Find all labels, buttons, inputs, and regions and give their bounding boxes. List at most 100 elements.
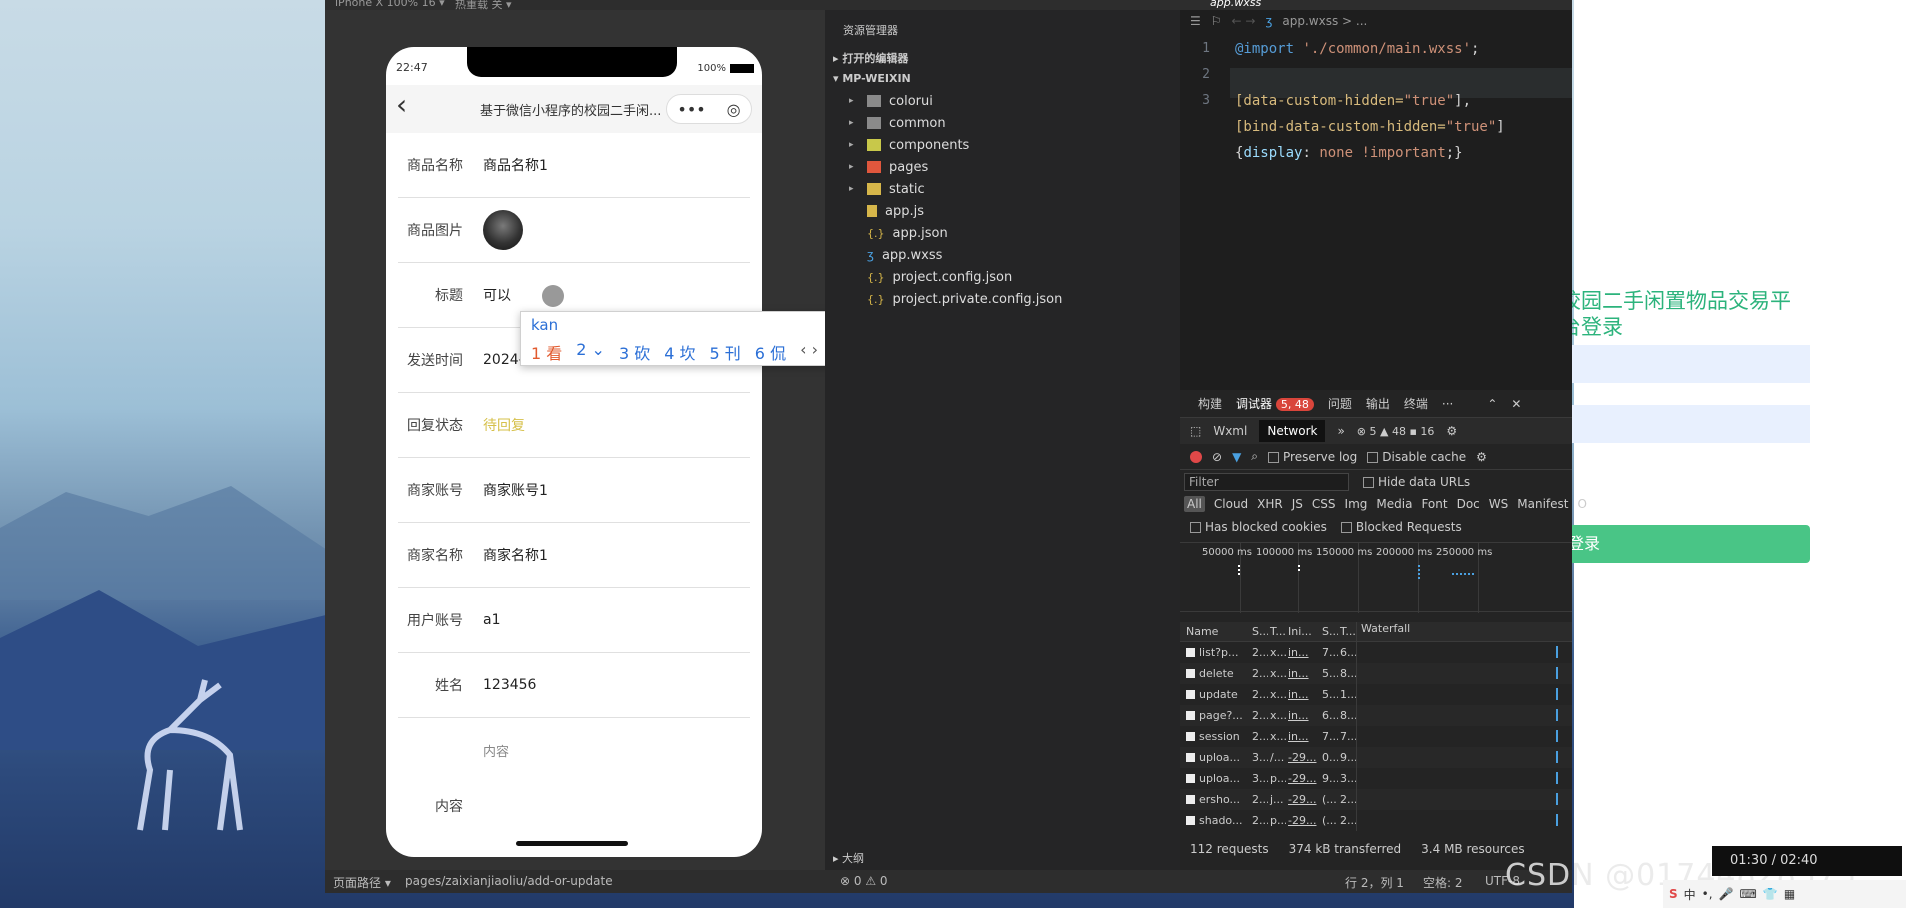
- type-ws[interactable]: WS: [1489, 497, 1508, 511]
- tab-output[interactable]: 输出: [1366, 395, 1390, 412]
- table-row[interactable]: update 2... x... in... 5... 1...: [1180, 684, 1572, 705]
- table-row[interactable]: ersho... 2... j... -29... (... 2...: [1180, 789, 1572, 810]
- network-timeline[interactable]: 50000 ms 100000 ms 150000 ms 200000 ms 2…: [1180, 542, 1572, 613]
- cursor-position[interactable]: 行 2，列 1: [1345, 874, 1404, 891]
- close-mini-icon[interactable]: ◎: [727, 100, 741, 119]
- tree-item-static[interactable]: ▸ static: [849, 179, 925, 199]
- more-panels-icon[interactable]: »: [1337, 424, 1344, 438]
- ime-mode-icon[interactable]: 中: [1684, 886, 1696, 903]
- ime-candidate[interactable]: 2 ⌄: [576, 340, 605, 364]
- code-token: :: [1302, 145, 1320, 161]
- type-other[interactable]: O: [1577, 497, 1586, 511]
- shirt-icon[interactable]: 👕: [1763, 887, 1778, 901]
- gear-icon[interactable]: ⚙: [1446, 424, 1457, 438]
- type-xhr[interactable]: XHR: [1257, 497, 1283, 511]
- table-row[interactable]: delete 2... x... in... 5... 8...: [1180, 663, 1572, 684]
- punctuation-icon[interactable]: •,: [1702, 887, 1713, 901]
- type-cloud[interactable]: Cloud: [1214, 497, 1248, 511]
- blocked-requests-checkbox[interactable]: Blocked Requests: [1340, 520, 1462, 534]
- keyboard-icon[interactable]: ⌨: [1740, 887, 1757, 901]
- disable-cache-checkbox[interactable]: Disable cache: [1367, 450, 1466, 464]
- clear-icon[interactable]: ⊘: [1212, 450, 1222, 464]
- type-font[interactable]: Font: [1421, 497, 1447, 511]
- username-input[interactable]: [1560, 345, 1810, 383]
- open-editors-section[interactable]: ▸ 打开的编辑器: [833, 50, 908, 66]
- tree-item-project-config[interactable]: {.} project.config.json: [849, 267, 1012, 287]
- ime-candidate[interactable]: 3 砍: [619, 340, 650, 364]
- page-path-select[interactable]: 页面路径 ▾: [333, 874, 391, 891]
- sogou-icon[interactable]: S: [1669, 887, 1678, 901]
- record-icon[interactable]: [1190, 450, 1202, 463]
- tree-item-project-private-config[interactable]: {.} project.private.config.json: [849, 289, 1062, 309]
- product-image-thumbnail[interactable]: [483, 210, 523, 250]
- document-icon: [1186, 795, 1195, 804]
- table-row[interactable]: uploa... 3.../... -29... 0... 9...: [1180, 747, 1572, 768]
- status-time: 22:47: [396, 61, 428, 74]
- tree-item-common[interactable]: ▸ common: [849, 113, 946, 133]
- title-input[interactable]: 可以: [483, 285, 511, 305]
- tree-item-components[interactable]: ▸ components: [849, 135, 969, 155]
- tab-problems[interactable]: 问题: [1328, 395, 1352, 412]
- bookmark-icon[interactable]: ⚐: [1211, 14, 1222, 28]
- search-icon[interactable]: ⌕: [1251, 449, 1258, 464]
- has-blocked-cookies-checkbox[interactable]: Has blocked cookies: [1190, 520, 1327, 534]
- type-all[interactable]: All: [1184, 496, 1205, 512]
- table-row[interactable]: uploa... 3... p... -29... 9... 3...: [1180, 768, 1572, 789]
- nav-arrows-icon[interactable]: ← →: [1232, 14, 1256, 28]
- tab-network[interactable]: Network: [1259, 420, 1326, 442]
- project-section[interactable]: ▾ MP-WEIXIN: [833, 72, 911, 85]
- grid-icon[interactable]: ▦: [1784, 887, 1795, 901]
- table-row[interactable]: page?... 2... x... in... 6... 8...: [1180, 705, 1572, 726]
- tree-item-app-wxss[interactable]: ʒ app.wxss: [849, 245, 942, 265]
- waterfall-cell: [1356, 747, 1572, 768]
- type-js[interactable]: JS: [1292, 497, 1303, 511]
- list-icon[interactable]: ☰: [1190, 14, 1201, 28]
- more-icon[interactable]: •••: [677, 100, 705, 119]
- back-arrow-icon[interactable]: ‹: [396, 91, 407, 119]
- type-css[interactable]: CSS: [1312, 497, 1336, 511]
- tree-item-colorui[interactable]: ▸ colorui: [849, 91, 933, 111]
- ime-candidate[interactable]: 6 侃: [755, 340, 786, 364]
- ime-candidate[interactable]: 5 刊: [710, 340, 741, 364]
- error-warning-counts[interactable]: ⊗ 0 ⚠ 0: [840, 874, 888, 888]
- filter-input[interactable]: Filter: [1184, 473, 1349, 491]
- chevron-up-icon[interactable]: ⌃: [1487, 397, 1497, 411]
- outline-section[interactable]: ▸ 大纲: [833, 850, 864, 866]
- hotreload-select[interactable]: 热重载 关 ▾: [455, 0, 512, 10]
- ime-candidate[interactable]: 1 看: [531, 340, 562, 364]
- page-path[interactable]: pages/zaixianjiaoliu/add-or-update: [405, 874, 613, 888]
- device-select[interactable]: iPhone X 100% 16 ▾: [335, 0, 445, 9]
- tab-wxml[interactable]: Wxml: [1213, 424, 1247, 438]
- login-button[interactable]: 登录: [1560, 525, 1810, 563]
- type-media[interactable]: Media: [1376, 497, 1412, 511]
- table-row[interactable]: list?p... 2... x... in... 7... 6...: [1180, 642, 1572, 663]
- type-doc[interactable]: Doc: [1457, 497, 1480, 511]
- filter-icon[interactable]: ▼: [1232, 450, 1241, 464]
- tree-item-app-js[interactable]: app.js: [849, 201, 924, 221]
- resource-type-filters: All Cloud XHR JS CSS Img Media Font Doc …: [1184, 496, 1587, 512]
- tree-item-pages[interactable]: ▸ pages: [849, 157, 928, 177]
- indent-setting[interactable]: 空格: 2: [1423, 874, 1463, 891]
- code-editor[interactable]: ☰ ⚐ ← → ʒ app.wxss > ... 1 @import './com…: [1180, 10, 1572, 390]
- table-row[interactable]: session 2... x... in... 7... 7...: [1180, 726, 1572, 747]
- inspect-icon[interactable]: ⬚: [1190, 424, 1201, 438]
- tree-item-app-json[interactable]: {.} app.json: [849, 223, 948, 243]
- tab-terminal[interactable]: 终端: [1404, 395, 1428, 412]
- hide-data-urls-checkbox[interactable]: Hide data URLs: [1363, 475, 1470, 489]
- type-img[interactable]: Img: [1345, 497, 1368, 511]
- form-row-merchant-name: 商家名称 商家名称1: [398, 523, 750, 588]
- type-manifest[interactable]: Manifest: [1517, 497, 1568, 511]
- issue-counts[interactable]: ⊗ 5 ▲ 48 ▪ 16: [1357, 425, 1435, 438]
- close-icon[interactable]: ✕: [1511, 397, 1521, 411]
- microphone-icon[interactable]: 🎤: [1719, 887, 1734, 901]
- preserve-log-checkbox[interactable]: Preserve log: [1268, 450, 1357, 464]
- password-input[interactable]: [1560, 405, 1810, 443]
- table-row[interactable]: shado... 2... p... -29... (... 2...: [1180, 810, 1572, 831]
- gear-icon[interactable]: ⚙: [1476, 450, 1487, 464]
- tab-debugger[interactable]: 调试器 5, 48: [1236, 395, 1314, 412]
- editor-tab[interactable]: app.wxss: [1210, 0, 1261, 9]
- ime-candidate[interactable]: 4 坎: [664, 340, 695, 364]
- more-tabs-icon[interactable]: ···: [1442, 397, 1453, 411]
- content-placeholder[interactable]: 内容: [483, 741, 509, 760]
- tab-build[interactable]: 构建: [1198, 395, 1222, 412]
